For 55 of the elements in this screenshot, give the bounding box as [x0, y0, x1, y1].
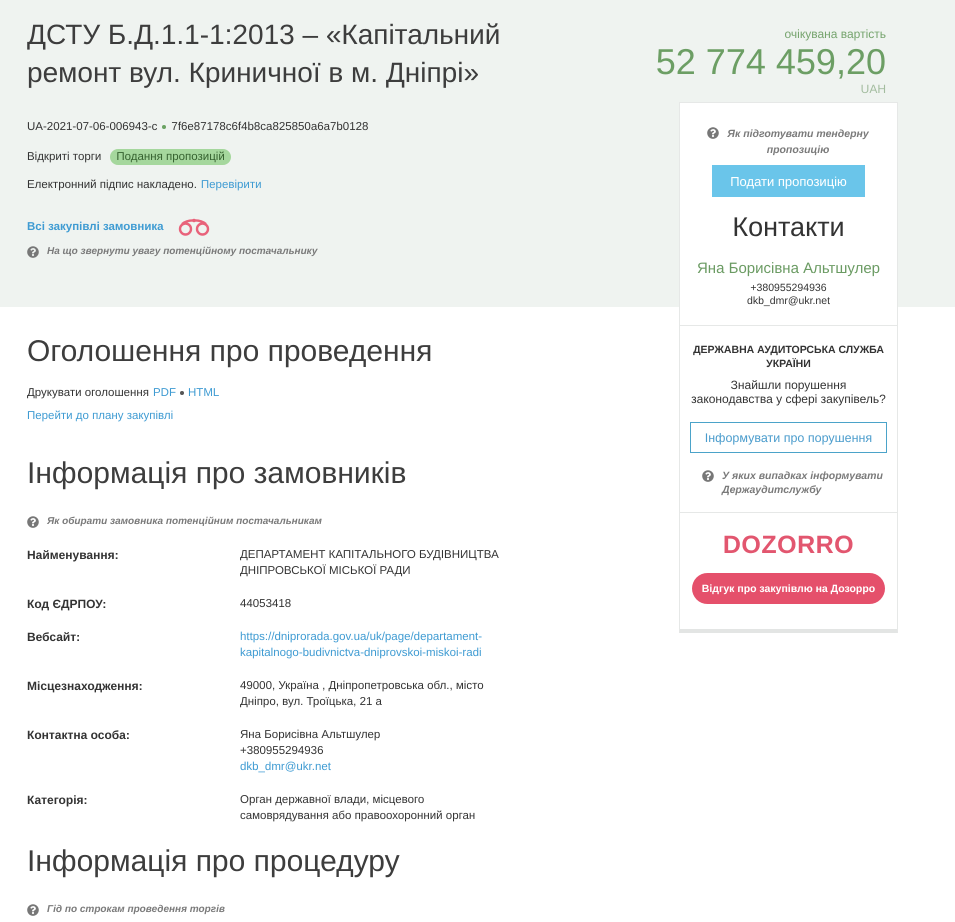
help-link[interactable]: У яких випадках інформувати Держаудитслужбу: [722, 469, 887, 497]
help-link[interactable]: Гід по строкам проведення торгів: [47, 903, 225, 917]
contacts-heading: Контакти: [732, 211, 845, 244]
price-amount: 52 774 459,20: [656, 42, 886, 82]
report-violation-button[interactable]: Інформувати про порушення: [690, 422, 887, 453]
field-value: Орган державної влади, місцевого самоврядування або правоохоронний орган: [240, 793, 476, 824]
help-link[interactable]: Як обирати замовника потенційним постачальникам: [47, 515, 322, 529]
section-heading: Інформація про процедуру: [27, 844, 400, 880]
field-label: Категорія:: [27, 792, 89, 809]
field-label: Вебсайт:: [27, 629, 82, 646]
field-label: Місцезнаходження:: [27, 678, 144, 695]
tender-hash: 7f6e87178c6f4b8ca825850a6a7b0128: [171, 120, 368, 134]
help-icon: [27, 904, 39, 916]
logo-wordmark: DOZORRO: [722, 531, 854, 559]
field-value: 44053418: [240, 597, 292, 612]
audit-question: Знайшли порушення законодавства у сфері закупівель?: [690, 378, 887, 406]
binoculars-icon: [178, 218, 210, 236]
field-label: Найменування:: [27, 547, 120, 564]
field-value: +380955294936: [240, 744, 324, 759]
customer-tenders-link[interactable]: Всі закупівлі замовника: [27, 219, 164, 235]
contact-phone: +380955294936: [750, 282, 827, 295]
price-label: очікувана вартість: [784, 26, 886, 42]
contact-name: Яна Борисівна Альтшулер: [696, 259, 880, 279]
section-heading: Інформація про замовників: [27, 456, 406, 492]
signature-status: Електронний підпис накладено.: [27, 178, 197, 192]
bullet-icon: [162, 125, 166, 129]
field-value: ДЕПАРТАМЕНТ КАПІТАЛЬНОГО БУДІВНИЦТВА ДНІПРОВСЬКОЇ МІСЬКОЇ РАДИ: [240, 548, 500, 579]
print-link[interactable]: PDF: [153, 385, 176, 401]
help-link[interactable]: Як підготувати тендерну пропозицію: [726, 126, 870, 158]
submit-proposal-button[interactable]: Подати пропозицію: [712, 165, 865, 197]
status-badge: Подання пропозицій: [110, 149, 231, 165]
contact-email: dkb_dmr@ukr.net: [746, 295, 830, 308]
value-link[interactable]: https://dniprorada.gov.ua/uk/page/departament-kapitalnogo-budivnictva-dniprovskoi-miskoi-radi: [240, 629, 508, 661]
field-value: Яна Борисівна Альтшулер: [240, 728, 380, 743]
tender-title: ДСТУ Б.Д.1.1-1:2013 – «Капітальний ремонт вул. Криничної в м. Дніпрі»: [27, 18, 502, 90]
help-icon: [27, 516, 39, 528]
bullet-icon: [180, 391, 184, 395]
help-link[interactable]: На що звернути увагу потенційному постачальнику: [47, 245, 318, 259]
feedback-button[interactable]: Відгук про закупівлю на Дозорро: [692, 573, 885, 604]
section-heading: Оголошення про проведення: [27, 334, 432, 370]
tender-id: UA-2021-07-06-006943-c: [27, 120, 158, 134]
field-value: 49000, Україна , Дніпропетровська обл., місто Дніпро, вул. Троїцька, 21 а: [240, 679, 485, 710]
field-label: Код ЄДРПОУ:: [27, 596, 108, 612]
value-link[interactable]: dkb_dmr@ukr.net: [240, 759, 331, 775]
print-link[interactable]: HTML: [188, 385, 220, 401]
audit-service-title: ДЕРЖАВНА АУДИТОРСЬКА СЛУЖБА УКРАЇНИ: [692, 343, 885, 371]
print-label: Друкувати оголошення: [27, 386, 149, 401]
verify-link[interactable]: Перевірити: [200, 177, 262, 193]
help-icon: [706, 127, 718, 139]
currency-label: UAH: [860, 82, 886, 96]
plan-link[interactable]: Перейти до плану закупівлі: [27, 408, 174, 424]
field-label: Контактна особа:: [27, 727, 131, 744]
help-icon: [27, 246, 39, 258]
procedure-type: Відкриті торги: [27, 150, 102, 164]
help-icon: [702, 470, 714, 482]
